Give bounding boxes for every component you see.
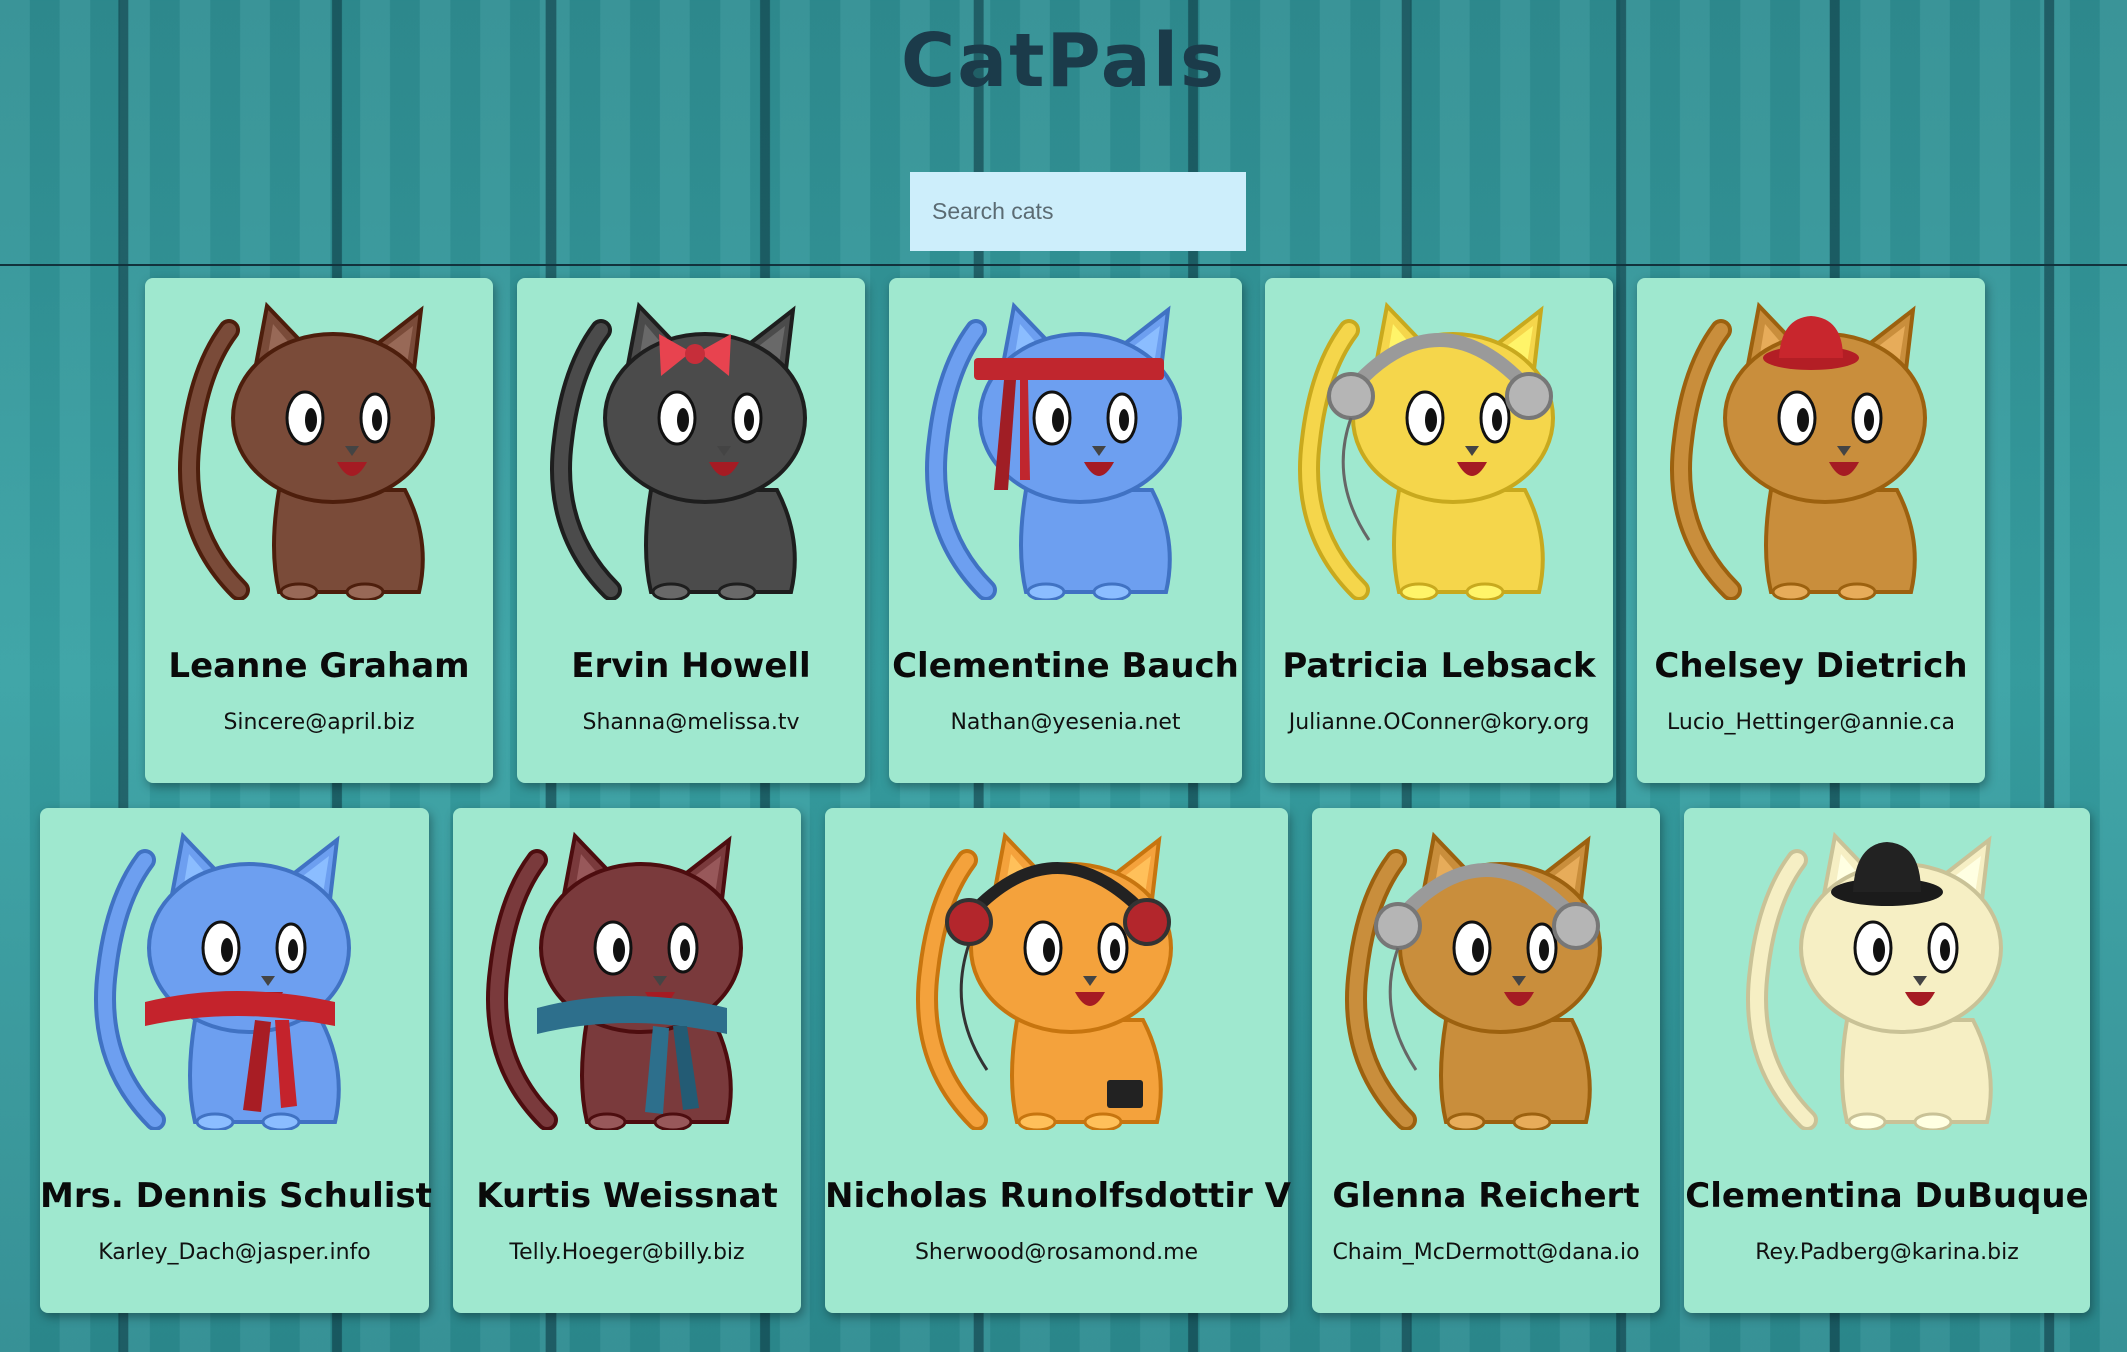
cat-avatar bbox=[477, 830, 777, 1132]
header-divider bbox=[0, 264, 2127, 266]
cat-card[interactable]: Nicholas Runolfsdottir V Sherwood@rosamon… bbox=[825, 808, 1291, 1313]
cat-email: Chaim_McDermott@dana.io bbox=[1332, 1240, 1640, 1265]
cat-name: Nicholas Runolfsdottir V bbox=[825, 1176, 1291, 1216]
cat-body bbox=[1439, 1018, 1592, 1124]
cat-card[interactable]: Glenna Reichert Chaim_McDermott@dana.io bbox=[1312, 808, 1660, 1313]
cat-head bbox=[231, 332, 435, 504]
cat-name: Kurtis Weissnat bbox=[476, 1176, 778, 1216]
cat-eye-left bbox=[1452, 920, 1492, 976]
cat-body bbox=[1764, 488, 1917, 594]
cat-eye-left bbox=[657, 390, 697, 446]
cat-eye-left bbox=[1777, 390, 1817, 446]
cat-avatar bbox=[1289, 300, 1589, 602]
search-input[interactable] bbox=[910, 172, 1246, 251]
cat-name: Chelsey Dietrich bbox=[1654, 646, 1968, 686]
cat-avatar bbox=[1737, 830, 2037, 1132]
cat-email: Julianne.OConner@kory.org bbox=[1288, 710, 1590, 735]
cat-avatar bbox=[916, 300, 1216, 602]
cat-avatar bbox=[169, 300, 469, 602]
cat-name: Glenna Reichert bbox=[1332, 1176, 1640, 1216]
cat-card[interactable]: Ervin Howell Shanna@melissa.tv bbox=[517, 278, 865, 783]
cat-body bbox=[1392, 488, 1545, 594]
cat-card[interactable]: Leanne Graham Sincere@april.biz bbox=[145, 278, 493, 783]
cat-eye-left bbox=[1405, 390, 1445, 446]
cat-eye-left bbox=[1032, 390, 1071, 446]
cat-avatar bbox=[907, 830, 1207, 1132]
cat-email: Karley_Dach@jasper.info bbox=[98, 1240, 371, 1265]
cat-name: Leanne Graham bbox=[168, 646, 470, 686]
cat-email: Shanna@melissa.tv bbox=[582, 710, 800, 735]
cat-email: Lucio_Hettinger@annie.ca bbox=[1667, 710, 1955, 735]
cat-avatar bbox=[1336, 830, 1636, 1132]
cat-avatar bbox=[541, 300, 841, 602]
cat-body bbox=[1018, 488, 1172, 594]
search-box bbox=[910, 172, 1246, 251]
cat-email: Rey.Padberg@karina.biz bbox=[1755, 1240, 2019, 1265]
cat-body bbox=[272, 488, 425, 594]
cat-name: Clementina DuBuque bbox=[1685, 1176, 2089, 1216]
cat-eye-left bbox=[201, 920, 240, 976]
cat-eye-left bbox=[285, 390, 325, 446]
cat-body bbox=[1840, 1018, 1993, 1124]
cat-name: Ervin Howell bbox=[571, 646, 811, 686]
cat-email: Sincere@april.biz bbox=[223, 710, 415, 735]
cat-card[interactable]: Chelsey Dietrich Lucio_Hettinger@annie.ca bbox=[1637, 278, 1985, 783]
cat-name: Clementine Bauch bbox=[892, 646, 1239, 686]
cat-eye-left bbox=[1023, 920, 1062, 976]
cat-card[interactable]: Clementina DuBuque Rey.Padberg@karina.biz bbox=[1684, 808, 2090, 1313]
cat-eye-left bbox=[593, 920, 633, 976]
app-title: CatPals bbox=[900, 18, 1227, 104]
cat-avatar bbox=[85, 830, 385, 1132]
cat-card[interactable]: Clementine Bauch Nathan@yesenia.net bbox=[889, 278, 1242, 783]
cat-card[interactable]: Mrs. Dennis Schulist Karley_Dach@jasper.i… bbox=[40, 808, 432, 1313]
cat-body bbox=[644, 488, 797, 594]
cat-email: Nathan@yesenia.net bbox=[950, 710, 1181, 735]
cat-eye-left bbox=[1853, 920, 1893, 976]
cat-email: Sherwood@rosamond.me bbox=[914, 1240, 1199, 1265]
cat-email: Telly.Hoeger@billy.biz bbox=[509, 1240, 745, 1265]
cat-card[interactable]: Kurtis Weissnat Telly.Hoeger@billy.biz bbox=[453, 808, 801, 1313]
cat-name: Patricia Lebsack bbox=[1282, 646, 1596, 686]
cat-card[interactable]: Patricia Lebsack Julianne.OConner@kory.or… bbox=[1265, 278, 1613, 783]
cat-head bbox=[603, 332, 807, 504]
cat-avatar bbox=[1661, 300, 1961, 602]
cat-name: Mrs. Dennis Schulist bbox=[40, 1176, 432, 1216]
